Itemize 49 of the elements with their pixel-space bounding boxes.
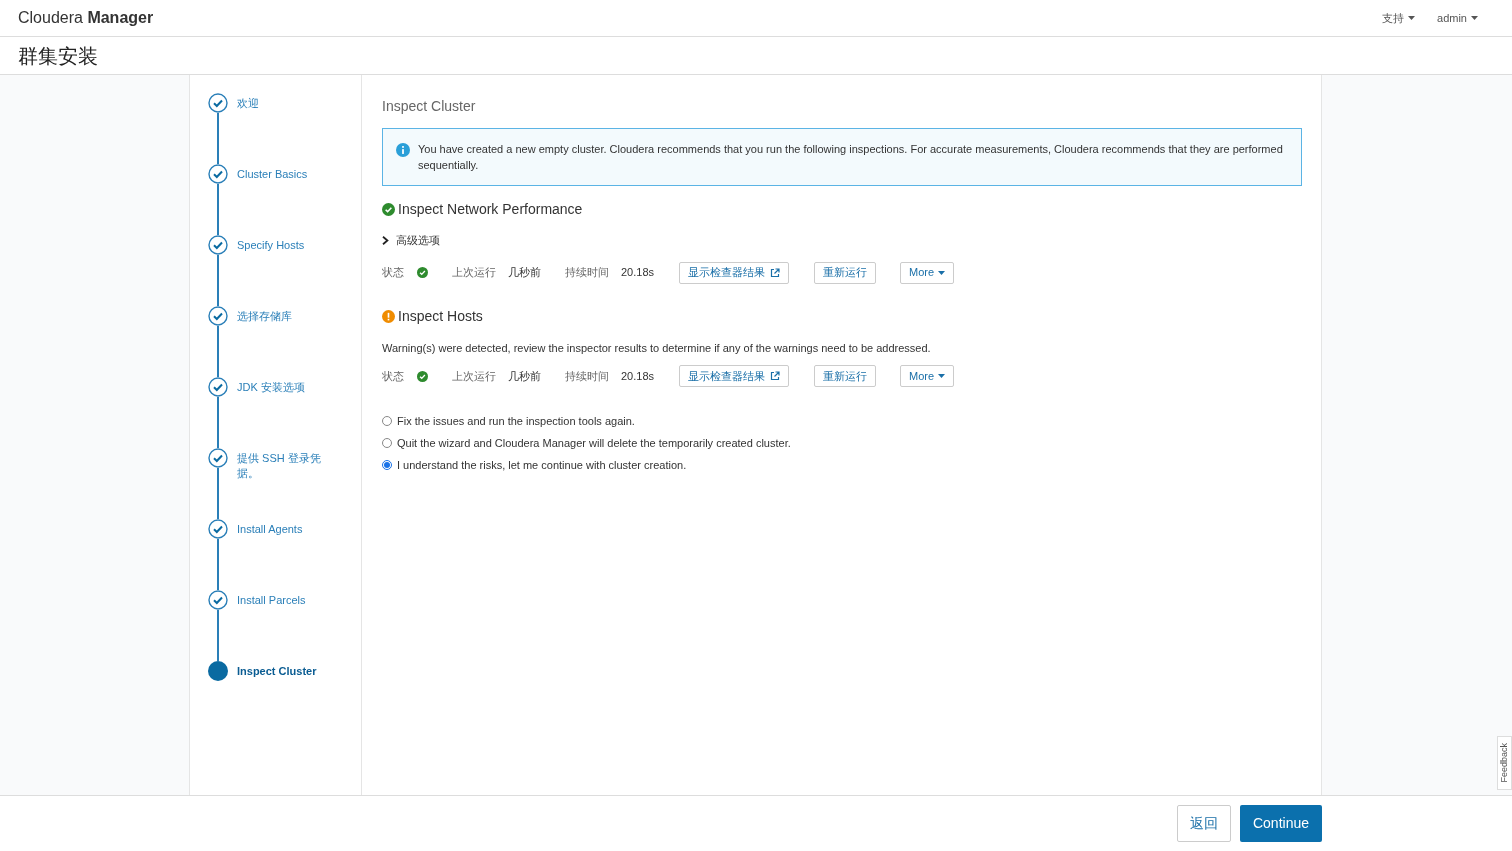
header-menu[interactable]: 支持 xyxy=(1382,9,1416,27)
radio-label: Fix the issues and run the inspection tools again. xyxy=(397,413,635,429)
continue-button[interactable]: Continue xyxy=(1239,805,1322,842)
page-title: 群集安装 xyxy=(18,43,98,69)
step-link[interactable]: Install Parcels xyxy=(237,593,327,608)
inspection-title: Inspect Network Performance xyxy=(398,200,583,219)
caret-icon xyxy=(1471,16,1478,20)
external-link-icon xyxy=(770,267,781,278)
warning-message: Warning(s) were detected, review the inspector results to determine if any of the warnings need to be addressed. xyxy=(382,340,932,356)
brand-logo[interactable]: Cloudera Manager xyxy=(18,6,154,30)
step-link[interactable]: JDK 安装选项 xyxy=(237,380,327,395)
caret-icon xyxy=(938,270,946,275)
last-run-label: 上次运行 xyxy=(452,265,496,281)
last-run-label: 上次运行 xyxy=(452,368,496,384)
step-link[interactable]: Install Agents xyxy=(237,522,327,537)
radio-label: Quit the wizard and Cloudera Manager will delete the temporarily created cluster. xyxy=(397,435,791,451)
section-title: Inspect Cluster xyxy=(382,97,477,115)
caret-icon xyxy=(1408,16,1416,20)
step-link[interactable]: Specify Hosts xyxy=(237,238,327,253)
back-button[interactable]: 返回 xyxy=(1176,805,1231,842)
status-label: 状态 xyxy=(382,368,404,384)
advanced-options-toggle[interactable]: 高级选项 xyxy=(382,232,440,249)
info-icon xyxy=(396,143,410,157)
radio-button[interactable] xyxy=(382,460,392,470)
caret-icon xyxy=(938,374,946,378)
inspection-title: Inspect Hosts xyxy=(398,306,483,326)
info-message: You have created a new empty cluster. Cloudera recommends that you run the following inspections. For accurate measurements, Cloudera recommends that they are performed sequentially. xyxy=(418,142,1284,173)
rerun-button[interactable]: 重新运行 xyxy=(814,365,877,387)
last-run-value: 几秒前 xyxy=(508,265,541,281)
status-label: 状态 xyxy=(382,265,404,281)
more-dropdown-button[interactable]: More xyxy=(900,365,955,387)
step-link[interactable]: Cluster Basics xyxy=(237,167,327,182)
show-results-button[interactable]: 显示检查器结果 xyxy=(679,261,790,284)
duration-value: 20.18s xyxy=(621,265,655,281)
rerun-button[interactable]: 重新运行 xyxy=(814,261,877,284)
step-link[interactable]: 选择存储库 xyxy=(237,309,327,324)
feedback-tab[interactable]: Feedback xyxy=(1497,736,1512,790)
step-link[interactable]: 提供 SSH 登录凭据。 xyxy=(237,451,327,481)
duration-label: 持续时间 xyxy=(565,368,609,384)
radio-label: I understand the risks, let me continue with cluster creation. xyxy=(397,457,687,473)
external-link-icon xyxy=(770,371,781,381)
header-menu[interactable]: admin xyxy=(1437,9,1478,27)
more-dropdown-button[interactable]: More xyxy=(900,261,955,284)
duration-value: 20.18s xyxy=(621,368,655,384)
step-link[interactable]: Inspect Cluster xyxy=(237,664,327,679)
duration-label: 持续时间 xyxy=(565,265,609,281)
show-results-button[interactable]: 显示检查器结果 xyxy=(679,365,790,387)
step-link[interactable]: 欢迎 xyxy=(237,96,327,111)
last-run-value: 几秒前 xyxy=(508,368,541,384)
